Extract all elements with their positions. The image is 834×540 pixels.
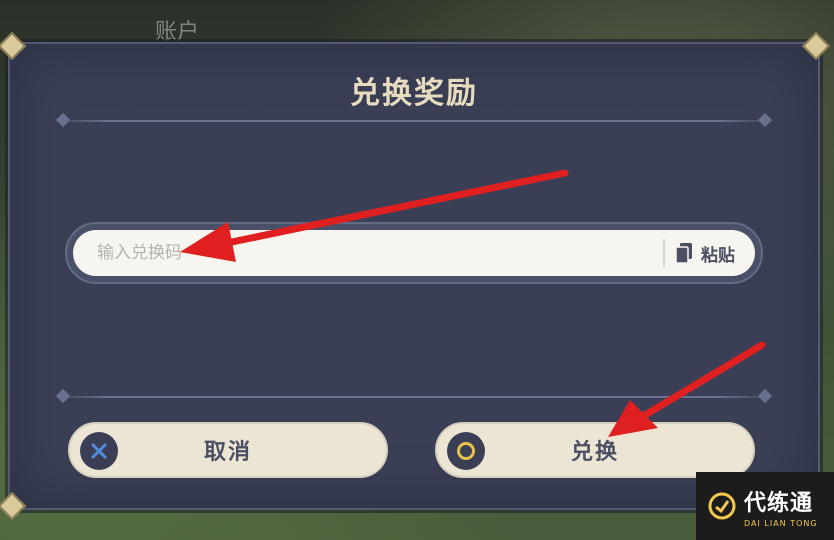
watermark-emblem-icon [708,492,736,520]
watermark-subtext: DAI LIAN TONG [744,518,818,528]
redeem-code-box: 粘贴 [73,230,755,276]
cancel-label: 取消 [203,440,252,465]
input-separator [663,239,665,267]
cancel-button[interactable]: 取消 [68,422,388,478]
watermark-logo: 代练通 DAI LIAN TONG [696,472,834,540]
redeem-dialog: 兑换奖励 粘贴 取消 兑换 [0,31,831,521]
redeem-code-field: 粘贴 [65,222,763,284]
document-icon [675,243,692,264]
paste-label: 粘贴 [701,245,735,266]
redeem-code-input[interactable] [73,230,663,276]
confirm-label: 兑换 [570,440,619,465]
dialog-title: 兑换奖励 [350,76,478,111]
title-divider [50,120,778,122]
watermark-text: 代练通 [744,490,814,516]
bottom-divider [50,396,778,398]
paste-button[interactable]: 粘贴 [675,230,755,276]
redeem-confirm-button[interactable]: 兑换 [435,422,755,478]
